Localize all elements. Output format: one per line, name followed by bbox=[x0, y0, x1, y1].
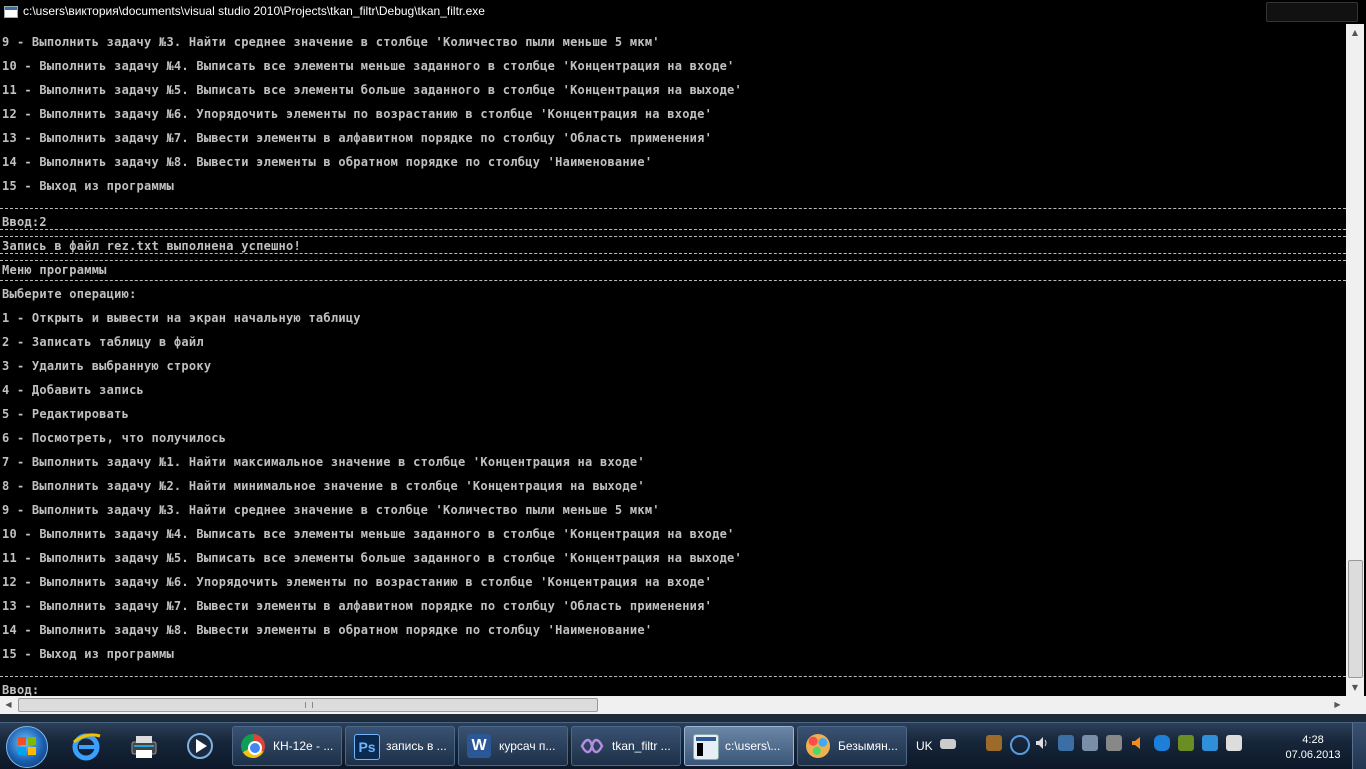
input-prompt[interactable]: Ввод: bbox=[2, 678, 39, 696]
keyboard-icon[interactable] bbox=[940, 739, 956, 749]
menu-item: 10 - Выполнить задачу №4. Выписать все э… bbox=[2, 527, 735, 541]
show-desktop-button[interactable] bbox=[1352, 723, 1366, 769]
taskbar-item-label: КН-12е - ... bbox=[273, 739, 334, 753]
taskbar-item-paint[interactable]: Безымян... bbox=[797, 726, 907, 766]
console-line: 15 - Выход из программы bbox=[2, 179, 174, 193]
scroll-up-arrow-icon[interactable]: ▲ bbox=[1346, 24, 1364, 41]
photoshop-icon: Ps bbox=[354, 734, 380, 760]
scroll-left-arrow-icon[interactable]: ◀ bbox=[0, 696, 17, 714]
background-status-strip bbox=[0, 714, 1366, 722]
taskbar-item-visual-studio[interactable]: tkan_filtr ... bbox=[571, 726, 681, 766]
taskbar: КН-12е - ... Ps запись в ... W курсач п.… bbox=[0, 722, 1366, 769]
horizontal-scroll-thumb[interactable] bbox=[18, 698, 598, 712]
network-link-icon[interactable] bbox=[1010, 735, 1030, 755]
console-line: 14 - Выполнить задачу №8. Вывести элемен… bbox=[2, 155, 653, 169]
console-line: 11 - Выполнить задачу №5. Выписать все э… bbox=[2, 83, 742, 97]
vertical-scroll-thumb[interactable] bbox=[1348, 560, 1363, 678]
console-line: 13 - Выполнить задачу №7. Вывести элемен… bbox=[2, 131, 713, 145]
menu-item: 15 - Выход из программы bbox=[2, 647, 174, 661]
taskbar-item-console[interactable]: c:\users\... bbox=[684, 726, 794, 766]
console-line: 12 - Выполнить задачу №6. Упорядочить эл… bbox=[2, 107, 713, 121]
speaker-icon[interactable] bbox=[1034, 735, 1050, 751]
divider bbox=[0, 253, 1346, 261]
choose-operation: Выберите операцию: bbox=[2, 287, 137, 301]
menu-item: 6 - Посмотреть, что получилось bbox=[2, 431, 227, 445]
start-button[interactable] bbox=[6, 726, 48, 768]
menu-item: 11 - Выполнить задачу №5. Выписать все э… bbox=[2, 551, 742, 565]
menu-item: 9 - Выполнить задачу №3. Найти среднее з… bbox=[2, 503, 660, 517]
horizontal-scrollbar[interactable]: ◀ ▶ bbox=[0, 696, 1346, 714]
taskbar-item-word[interactable]: W курсач п... bbox=[458, 726, 568, 766]
language-indicator[interactable]: UK bbox=[916, 739, 933, 753]
clock[interactable]: 4:28 07.06.2013 bbox=[1278, 733, 1348, 763]
monitor-icon[interactable] bbox=[1106, 735, 1122, 751]
taskbar-item-label: tkan_filtr ... bbox=[612, 739, 671, 753]
divider bbox=[0, 280, 1346, 281]
taskbar-item-label: Безымян... bbox=[838, 739, 898, 753]
taskbar-item-label: курсач п... bbox=[499, 739, 556, 753]
scrollbar-corner bbox=[1346, 696, 1366, 714]
bluetooth-icon[interactable] bbox=[1154, 735, 1170, 751]
window-title: c:\users\виктория\documents\visual studi… bbox=[23, 4, 485, 18]
console-line: 9 - Выполнить задачу №3. Найти среднее з… bbox=[2, 35, 660, 49]
internet-explorer-icon[interactable] bbox=[66, 727, 106, 765]
system-tray bbox=[940, 735, 1242, 757]
sync-icon[interactable] bbox=[1178, 735, 1194, 751]
media-player-icon[interactable] bbox=[180, 727, 220, 765]
network-icon[interactable] bbox=[1082, 735, 1098, 751]
divider bbox=[0, 676, 1346, 677]
menu-item: 4 - Добавить запись bbox=[2, 383, 145, 397]
menu-item: 7 - Выполнить задачу №1. Найти максималь… bbox=[2, 455, 645, 469]
taskbar-item-chrome[interactable]: КН-12е - ... bbox=[232, 726, 342, 766]
menu-item: 1 - Открыть и вывести на экран начальную… bbox=[2, 311, 361, 325]
title-bar: c:\users\виктория\documents\visual studi… bbox=[0, 0, 1366, 24]
paint-icon bbox=[806, 734, 830, 758]
grip-icon bbox=[305, 702, 313, 708]
clock-date: 07.06.2013 bbox=[1285, 749, 1341, 761]
volume-icon[interactable] bbox=[1130, 735, 1146, 751]
printer-icon[interactable] bbox=[124, 727, 164, 765]
word-icon: W bbox=[467, 734, 491, 758]
menu-title: Меню программы bbox=[2, 263, 107, 277]
menu-item: 13 - Выполнить задачу №7. Вывести элемен… bbox=[2, 599, 713, 613]
menu-item: 14 - Выполнить задачу №8. Вывести элемен… bbox=[2, 623, 653, 637]
menu-item: 3 - Удалить выбранную строку bbox=[2, 359, 212, 373]
usb-icon[interactable] bbox=[1058, 735, 1074, 751]
console-line: 10 - Выполнить задачу №4. Выписать все э… bbox=[2, 59, 735, 73]
visual-studio-icon bbox=[580, 734, 604, 758]
scroll-right-arrow-icon[interactable]: ▶ bbox=[1329, 696, 1346, 714]
vertical-scrollbar[interactable]: ▲ ▼ bbox=[1346, 24, 1364, 696]
taskbar-item-label: c:\users\... bbox=[725, 739, 781, 753]
menu-item: 5 - Редактировать bbox=[2, 407, 130, 421]
scroll-down-arrow-icon[interactable]: ▼ bbox=[1346, 679, 1364, 696]
menu-item: 8 - Выполнить задачу №2. Найти минимальн… bbox=[2, 479, 645, 493]
action-center-icon[interactable] bbox=[1202, 735, 1218, 751]
console-output[interactable]: 9 - Выполнить задачу №3. Найти среднее з… bbox=[0, 24, 1346, 696]
app-tray-icon[interactable] bbox=[986, 735, 1002, 751]
taskbar-item-photoshop[interactable]: Ps запись в ... bbox=[345, 726, 455, 766]
taskbar-item-label: запись в ... bbox=[386, 739, 447, 753]
chrome-icon bbox=[241, 734, 265, 758]
menu-item: 12 - Выполнить задачу №6. Упорядочить эл… bbox=[2, 575, 713, 589]
divider bbox=[0, 208, 1346, 209]
menu-item: 2 - Записать таблицу в файл bbox=[2, 335, 204, 349]
battery-icon[interactable] bbox=[1226, 735, 1242, 751]
console-icon bbox=[693, 734, 719, 760]
clock-time: 4:28 bbox=[1302, 734, 1324, 746]
window-control-buttons[interactable] bbox=[1266, 2, 1358, 22]
console-window-icon[interactable] bbox=[4, 6, 18, 18]
